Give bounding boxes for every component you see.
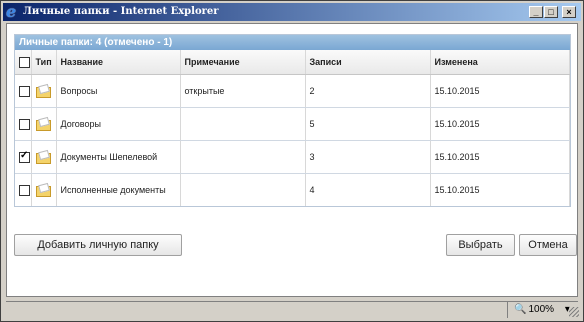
type-cell [31,173,57,206]
internet-explorer-icon: e [6,2,17,21]
zoom-control[interactable]: 🔍 100% ▾ [507,302,570,318]
type-cell [31,74,57,108]
folder-icon [35,118,51,131]
title-bar[interactable]: e Личные папки - Internet Explorer _ □ × [3,3,581,21]
row-checkbox[interactable] [19,184,30,196]
name-cell[interactable]: Договоры [56,107,181,141]
grid-caption: Личные папки: 4 (отмечено - 1) [15,35,570,50]
folder-icon [35,85,51,98]
note-cell [180,173,306,206]
table-header-row: Тип Название Примечание Записи Изменена [15,50,570,75]
folders-table: Тип Название Примечание Записи Изменена … [15,50,570,206]
status-bar [6,301,578,321]
column-header-name[interactable]: Название [56,50,181,75]
browser-window: e Личные папки - Internet Explorer _ □ ×… [0,0,584,322]
folders-grid: Личные папки: 4 (отмечено - 1) Тип Назва… [14,34,571,207]
close-button[interactable]: × [562,6,576,18]
select-all-checkbox[interactable] [19,56,30,68]
row-checkbox-cell[interactable] [15,140,32,174]
modified-cell: 15.10.2015 [430,74,570,108]
modified-cell: 15.10.2015 [430,173,570,206]
records-cell: 2 [305,74,431,108]
name-cell[interactable]: Исполненные документы [56,173,181,206]
modified-cell: 15.10.2015 [430,140,570,174]
minimize-button[interactable]: _ [529,6,543,18]
row-checkbox[interactable] [19,118,30,130]
zoom-level: 100% [528,304,555,315]
row-checkbox-cell[interactable] [15,107,32,141]
column-header-note[interactable]: Примечание [180,50,306,75]
records-cell: 5 [305,107,431,141]
window-title: Личные папки - Internet Explorer [23,6,219,17]
resize-grip[interactable] [569,307,579,317]
name-cell[interactable]: Документы Шепелевой [56,140,181,174]
cancel-button[interactable]: Отмена [519,234,577,256]
table-row[interactable]: Договоры 5 15.10.2015 [15,107,570,141]
table-row[interactable]: Документы Шепелевой 3 15.10.2015 [15,140,570,174]
note-cell: открытые [180,74,306,108]
column-header-modified[interactable]: Изменена [430,50,570,75]
table-row[interactable]: Исполненные документы 4 15.10.2015 [15,173,570,206]
column-header-type[interactable]: Тип [31,50,57,75]
folder-icon [35,184,51,197]
row-checkbox-cell[interactable] [15,74,32,108]
note-cell [180,107,306,141]
column-header-records[interactable]: Записи [305,50,431,75]
name-cell[interactable]: Вопросы [56,74,181,108]
type-cell [31,140,57,174]
select-all-header[interactable] [15,50,32,75]
row-checkbox[interactable] [19,85,30,97]
records-cell: 3 [305,140,431,174]
folder-icon [35,151,51,164]
add-folder-button[interactable]: Добавить личную папку [14,234,182,256]
records-cell: 4 [305,173,431,206]
row-checkbox[interactable] [19,150,30,163]
maximize-button[interactable]: □ [544,6,558,18]
type-cell [31,107,57,141]
note-cell [180,140,306,174]
row-checkbox-cell[interactable] [15,173,32,206]
select-button[interactable]: Выбрать [446,234,515,256]
table-row[interactable]: Вопросы открытые 2 15.10.2015 [15,74,570,108]
modified-cell: 15.10.2015 [430,107,570,141]
zoom-icon: 🔍 [514,304,527,315]
